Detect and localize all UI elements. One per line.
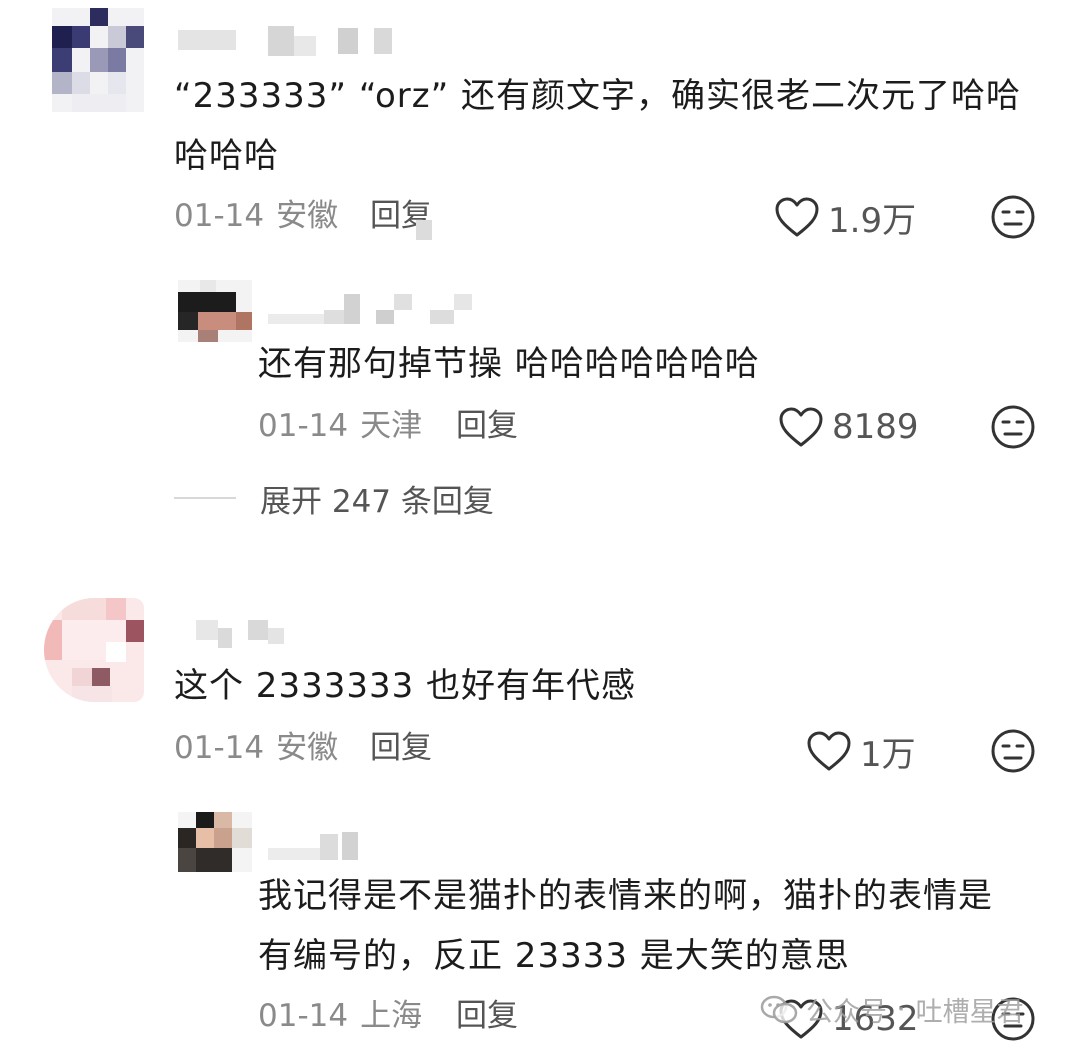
- comment-date: 01-14: [174, 198, 265, 234]
- watermark-source: 公众号: [806, 997, 887, 1028]
- username-blurred[interactable]: [196, 618, 296, 654]
- like-button[interactable]: 1万: [806, 726, 916, 776]
- reply-meta: 01-14 天津 回复: [258, 406, 518, 446]
- reply-location: 天津: [360, 408, 423, 444]
- reply-button[interactable]: 回复: [456, 406, 518, 446]
- comment-meta: 01-14 安徽 回复: [174, 196, 432, 236]
- comment-text: “233333” “orz” 还有颜文字，确实很老二次元了哈哈哈哈哈: [174, 76, 1022, 176]
- neutral-face-icon[interactable]: [990, 194, 1036, 240]
- reply-avatar[interactable]: [178, 812, 252, 872]
- comment-date: 01-14: [174, 730, 265, 766]
- reply-button[interactable]: 回复: [370, 728, 432, 768]
- heart-outline-icon: [779, 407, 823, 447]
- reply-meta: 01-14 上海 回复: [258, 996, 518, 1036]
- comment-meta: 01-14 安徽 回复: [174, 728, 432, 768]
- like-button[interactable]: 1.9万: [774, 192, 916, 242]
- reply-date: 01-14: [258, 408, 349, 444]
- avatar[interactable]: [44, 598, 144, 702]
- expand-replies-label: 展开 247 条回复: [260, 483, 494, 520]
- username-blurred[interactable]: [178, 26, 398, 62]
- watermark-name: 吐槽星君: [915, 997, 1024, 1028]
- heart-outline-icon: [775, 197, 819, 237]
- reply-text: 我记得是不是猫扑的表情来的啊，猫扑的表情是有编号的，反正 23333 是大笑的意…: [258, 876, 993, 976]
- reply-text: 还有那句掉节操 哈哈哈哈哈哈哈: [258, 344, 760, 384]
- comment-location: 安徽: [276, 730, 339, 766]
- like-count: 1万: [860, 734, 916, 775]
- reply-avatar[interactable]: [178, 280, 252, 342]
- reply-date: 01-14: [258, 998, 349, 1034]
- avatar[interactable]: [52, 8, 144, 112]
- reply-location: 上海: [360, 998, 423, 1034]
- expand-replies-button[interactable]: 展开 247 条回复: [174, 478, 494, 520]
- heart-outline-icon: [807, 731, 851, 771]
- watermark: 公众号 · 吐槽星君: [760, 990, 1024, 1029]
- wechat-icon: [760, 995, 798, 1023]
- comment-2: 这个 2333333 也好有年代感 01-14 安徽 回复 1万 我记得是不是猫扑…: [0, 540, 1080, 1050]
- comment-1: “233333” “orz” 还有颜文字，确实很老二次元了哈哈哈哈哈 01-14…: [0, 0, 1080, 540]
- expand-divider: [174, 497, 236, 499]
- neutral-face-icon[interactable]: [990, 728, 1036, 774]
- watermark-separator: ·: [897, 994, 906, 1025]
- comment-location: 安徽: [276, 198, 339, 234]
- reply-username-blurred[interactable]: [268, 830, 368, 866]
- comment-text: 这个 2333333 也好有年代感: [174, 666, 637, 706]
- like-button[interactable]: 8189: [778, 402, 919, 452]
- neutral-face-icon[interactable]: [990, 404, 1036, 450]
- blur-patch: [416, 220, 432, 240]
- reply-username-blurred[interactable]: [268, 294, 488, 330]
- like-count: 1.9万: [828, 200, 917, 241]
- reply-button[interactable]: 回复: [456, 996, 518, 1036]
- like-count: 8189: [832, 407, 919, 447]
